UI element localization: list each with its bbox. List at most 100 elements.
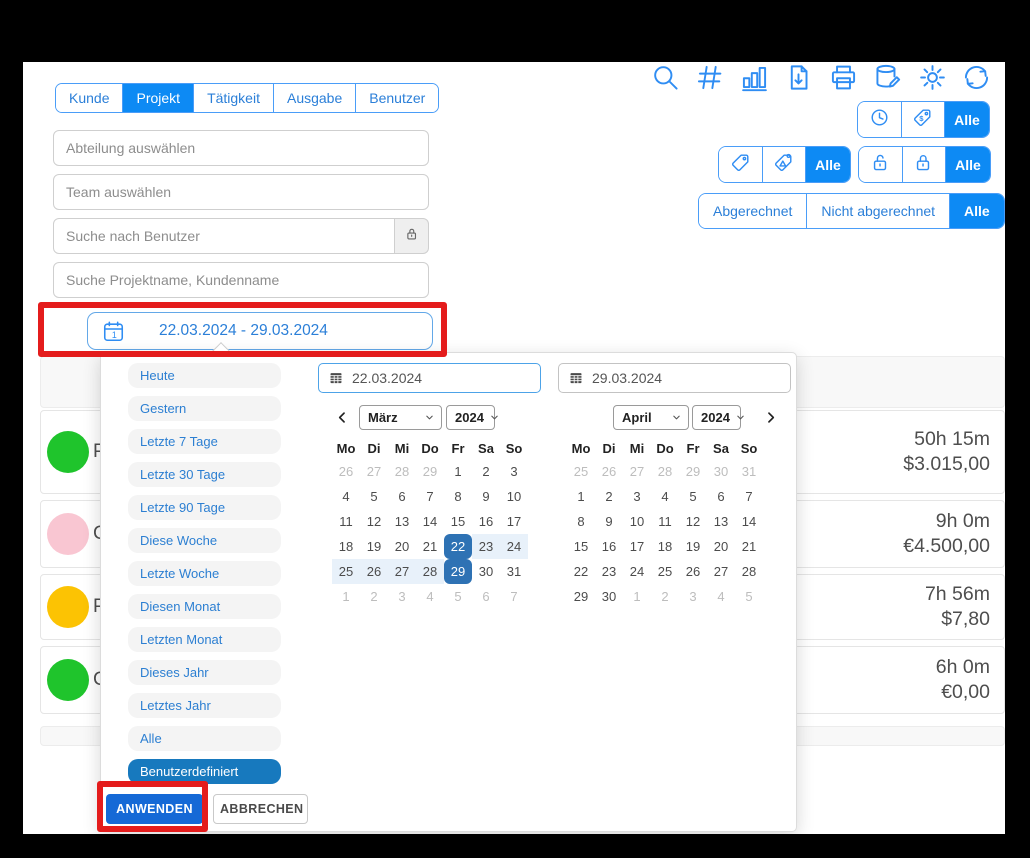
calendar-day-cell[interactable]: 19 bbox=[679, 534, 707, 559]
calendar-day-cell[interactable]: 26 bbox=[595, 459, 623, 484]
start-date-input[interactable]: 22.03.2024 bbox=[318, 363, 541, 393]
year-select-left[interactable]: 2024 bbox=[446, 405, 495, 430]
preset-letzte-30-tage[interactable]: Letzte 30 Tage bbox=[128, 462, 281, 487]
calendar-day-cell[interactable]: 2 bbox=[360, 584, 388, 609]
all-filter-button[interactable]: Alle bbox=[946, 147, 990, 182]
unlock-filter-button[interactable] bbox=[859, 147, 903, 182]
calendar-day-cell[interactable]: 5 bbox=[444, 584, 472, 609]
calendar-day-cell[interactable]: 25 bbox=[651, 559, 679, 584]
calendar-day-cell[interactable]: 12 bbox=[679, 509, 707, 534]
calendar-day-cell[interactable]: 1 bbox=[623, 584, 651, 609]
search-icon[interactable] bbox=[650, 62, 681, 93]
preset-dieses-jahr[interactable]: Dieses Jahr bbox=[128, 660, 281, 685]
calendar-day-cell[interactable]: 19 bbox=[360, 534, 388, 559]
calendar-day-cell[interactable]: 7 bbox=[735, 484, 763, 509]
calendar-day-cell[interactable]: 28 bbox=[388, 459, 416, 484]
database-edit-icon[interactable] bbox=[872, 62, 903, 93]
calendar-day-cell[interactable]: 17 bbox=[623, 534, 651, 559]
calendar-day-cell[interactable]: 26 bbox=[332, 459, 360, 484]
calendar-day-cell[interactable]: 28 bbox=[416, 559, 444, 584]
previous-month-button[interactable] bbox=[334, 405, 350, 430]
preset-letzte-7-tage[interactable]: Letzte 7 Tage bbox=[128, 429, 281, 454]
calendar-day-cell[interactable]: 20 bbox=[707, 534, 735, 559]
calendar-day-cell[interactable]: 3 bbox=[388, 584, 416, 609]
calendar-day-cell[interactable]: 21 bbox=[735, 534, 763, 559]
calendar-day-cell[interactable]: 30 bbox=[595, 584, 623, 609]
preset-heute[interactable]: Heute bbox=[128, 363, 281, 388]
calendar-day-cell[interactable]: 24 bbox=[623, 559, 651, 584]
date-range-field[interactable]: 1 22.03.2024 - 29.03.2024 bbox=[87, 312, 433, 350]
calendar-day-cell[interactable]: 27 bbox=[623, 459, 651, 484]
calendar-day-cell[interactable]: 5 bbox=[679, 484, 707, 509]
calendar-day-cell[interactable]: 2 bbox=[595, 484, 623, 509]
calendar-day-cell[interactable]: 2 bbox=[651, 584, 679, 609]
calendar-day-cell[interactable]: 31 bbox=[500, 559, 528, 584]
calendar-day-cell[interactable]: 11 bbox=[332, 509, 360, 534]
all-filter-button[interactable]: Alle bbox=[806, 147, 850, 182]
month-select-left[interactable]: März bbox=[359, 405, 442, 430]
preset-alle[interactable]: Alle bbox=[128, 726, 281, 751]
calendar-day-cell[interactable]: 3 bbox=[500, 459, 528, 484]
user-lock-addon-button[interactable] bbox=[395, 218, 429, 254]
preset-gestern[interactable]: Gestern bbox=[128, 396, 281, 421]
calendar-day-cell[interactable]: 10 bbox=[623, 509, 651, 534]
calendar-day-cell[interactable]: 27 bbox=[360, 459, 388, 484]
calendar-day-cell[interactable]: 26 bbox=[360, 559, 388, 584]
tag-price-filter-button[interactable]: $ bbox=[902, 102, 946, 137]
preset-letztes-jahr[interactable]: Letztes Jahr bbox=[128, 693, 281, 718]
calendar-day-cell[interactable]: 22 bbox=[444, 534, 472, 559]
calendar-day-cell[interactable]: 9 bbox=[472, 484, 500, 509]
tab-projekt[interactable]: Projekt bbox=[123, 84, 194, 112]
calendar-day-cell[interactable]: 12 bbox=[360, 509, 388, 534]
calendar-day-cell[interactable]: 8 bbox=[444, 484, 472, 509]
calendar-day-cell[interactable]: 16 bbox=[472, 509, 500, 534]
calendar-day-cell[interactable]: 14 bbox=[735, 509, 763, 534]
tag-filter-button[interactable] bbox=[719, 147, 763, 182]
calendar-day-cell[interactable]: 29 bbox=[567, 584, 595, 609]
calendar-day-cell[interactable]: 28 bbox=[735, 559, 763, 584]
calendar-day-cell[interactable]: 25 bbox=[332, 559, 360, 584]
calendar-day-cell[interactable]: 26 bbox=[679, 559, 707, 584]
end-date-input[interactable]: 29.03.2024 bbox=[558, 363, 791, 393]
preset-benutzerdefiniert[interactable]: Benutzerdefiniert bbox=[128, 759, 281, 784]
tab-kunde[interactable]: Kunde bbox=[56, 84, 123, 112]
project-search-input[interactable] bbox=[53, 262, 429, 298]
calendar-day-cell[interactable]: 24 bbox=[500, 534, 528, 559]
tag-warning-filter-button[interactable] bbox=[763, 147, 807, 182]
calendar-day-cell[interactable]: 23 bbox=[595, 559, 623, 584]
calendar-day-cell[interactable]: 28 bbox=[651, 459, 679, 484]
calendar-day-cell[interactable]: 3 bbox=[679, 584, 707, 609]
settings-icon[interactable] bbox=[917, 62, 948, 93]
bar-chart-icon[interactable] bbox=[739, 62, 770, 93]
preset-letzte-woche[interactable]: Letzte Woche bbox=[128, 561, 281, 586]
month-select-right[interactable]: April bbox=[613, 405, 689, 430]
calendar-day-cell[interactable]: 15 bbox=[567, 534, 595, 559]
tab-tätigkeit[interactable]: Tätigkeit bbox=[194, 84, 274, 112]
preset-diese-woche[interactable]: Diese Woche bbox=[128, 528, 281, 553]
preset-letzte-90-tage[interactable]: Letzte 90 Tage bbox=[128, 495, 281, 520]
calendar-day-cell[interactable]: 1 bbox=[567, 484, 595, 509]
tab-ausgabe[interactable]: Ausgabe bbox=[274, 84, 356, 112]
calendar-day-cell[interactable]: 21 bbox=[416, 534, 444, 559]
apply-button[interactable]: ANWENDEN bbox=[106, 794, 203, 824]
calendar-day-cell[interactable]: 22 bbox=[567, 559, 595, 584]
cancel-button[interactable]: ABBRECHEN bbox=[213, 794, 308, 824]
calendar-day-cell[interactable]: 4 bbox=[332, 484, 360, 509]
calendar-day-cell[interactable]: 7 bbox=[500, 584, 528, 609]
preset-letzten-monat[interactable]: Letzten Monat bbox=[128, 627, 281, 652]
calendar-day-cell[interactable]: 6 bbox=[707, 484, 735, 509]
calendar-day-cell[interactable]: 5 bbox=[360, 484, 388, 509]
calendar-day-cell[interactable]: 18 bbox=[332, 534, 360, 559]
calendar-day-cell[interactable]: 5 bbox=[735, 584, 763, 609]
calendar-day-cell[interactable]: 1 bbox=[444, 459, 472, 484]
calendar-day-cell[interactable]: 8 bbox=[567, 509, 595, 534]
calendar-day-cell[interactable]: 13 bbox=[707, 509, 735, 534]
calendar-day-cell[interactable]: 25 bbox=[567, 459, 595, 484]
calendar-day-cell[interactable]: 4 bbox=[651, 484, 679, 509]
team-select-input[interactable] bbox=[53, 174, 429, 210]
calendar-day-cell[interactable]: 3 bbox=[623, 484, 651, 509]
calendar-day-cell[interactable]: 30 bbox=[472, 559, 500, 584]
calendar-day-cell[interactable]: 18 bbox=[651, 534, 679, 559]
billing-all-button[interactable]: Alle bbox=[950, 194, 1004, 228]
department-select-input[interactable] bbox=[53, 130, 429, 166]
